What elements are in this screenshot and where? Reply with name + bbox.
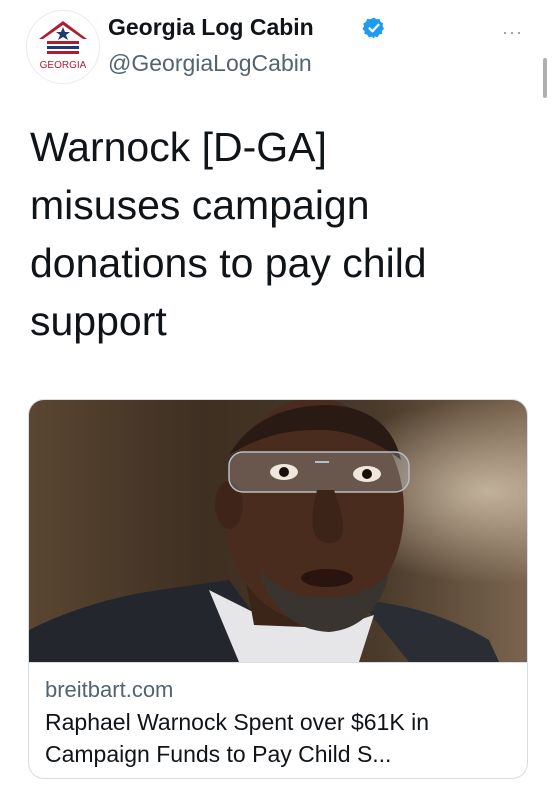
- tweet-text: Warnock [D-GA] misuses campaign donation…: [30, 124, 427, 344]
- log-cabin-logo-icon: [39, 21, 87, 54]
- avatar[interactable]: GEORGIA: [26, 10, 100, 84]
- card-title: Raphael Warnock Spent over $61K in Campa…: [45, 709, 429, 767]
- tweet-header: GEORGIA Georgia Log Cabin @GeorgiaLogCab…: [0, 0, 553, 98]
- verified-badge-icon: [362, 17, 385, 39]
- more-options-icon[interactable]: ···: [502, 22, 523, 43]
- link-card[interactable]: breitbart.com Raphael Warnock Spent over…: [28, 399, 528, 779]
- card-divider: [29, 662, 527, 663]
- scrollbar[interactable]: [543, 58, 547, 98]
- account-handle[interactable]: @GeorgiaLogCabin: [108, 50, 312, 77]
- avatar-text: GEORGIA: [39, 60, 87, 71]
- card-domain: breitbart.com: [45, 677, 174, 702]
- article-photo: [29, 400, 527, 662]
- display-name[interactable]: Georgia Log Cabin: [108, 14, 314, 41]
